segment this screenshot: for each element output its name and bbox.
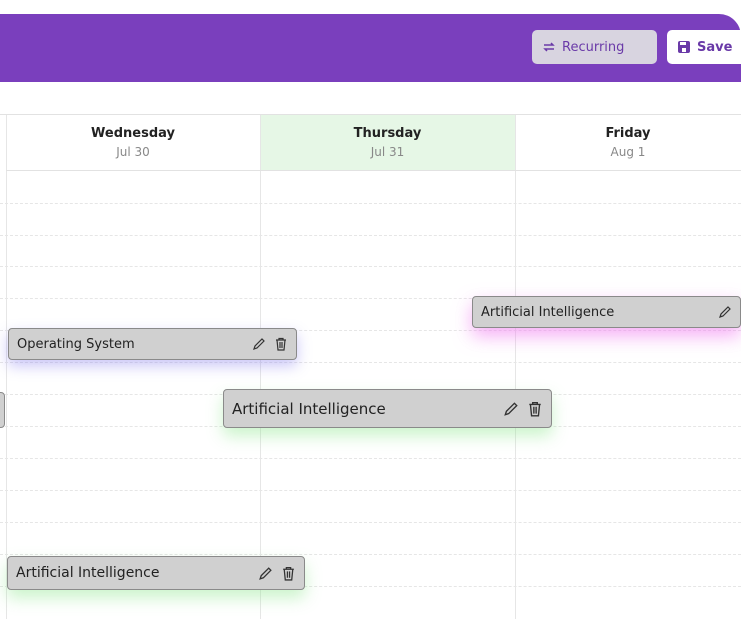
edit-icon[interactable]	[252, 337, 266, 351]
event-card[interactable]: Artificial Intelligence	[7, 556, 305, 590]
recurring-label: Recurring	[562, 39, 625, 55]
event-card[interactable]: Artificial Intelligence	[472, 296, 741, 328]
day-date: Jul 30	[116, 145, 150, 159]
day-header-wednesday[interactable]: Wednesday Jul 30	[6, 115, 260, 171]
edit-icon[interactable]	[258, 566, 273, 581]
recurring-icon	[542, 40, 556, 54]
time-slot-line	[0, 554, 741, 555]
time-slot-line	[0, 362, 741, 363]
day-name: Wednesday	[91, 126, 175, 141]
edit-icon[interactable]	[718, 305, 732, 319]
save-icon	[677, 40, 691, 54]
day-date: Aug 1	[610, 145, 646, 159]
event-title: Artificial Intelligence	[481, 304, 615, 320]
save-button[interactable]: Save	[667, 30, 741, 64]
event-title: Artificial Intelligence	[232, 399, 386, 418]
column-divider	[260, 115, 261, 619]
time-slot-line	[0, 203, 741, 204]
delete-icon[interactable]	[527, 401, 543, 417]
day-header-friday[interactable]: Friday Aug 1	[515, 115, 741, 171]
time-slot-line	[0, 266, 741, 267]
column-divider	[515, 115, 516, 619]
column-divider	[6, 115, 7, 619]
save-label: Save	[697, 39, 733, 55]
event-card[interactable]: Artificial Intelligence	[223, 389, 552, 428]
day-name: Friday	[605, 126, 651, 141]
delete-icon[interactable]	[274, 337, 288, 351]
time-slot-line	[0, 235, 741, 236]
day-header-thursday[interactable]: Thursday Jul 31	[260, 115, 515, 171]
delete-icon[interactable]	[281, 566, 296, 581]
time-slot-line	[0, 490, 741, 491]
edit-icon[interactable]	[503, 401, 519, 417]
recurring-button[interactable]: Recurring	[532, 30, 657, 64]
day-name: Thursday	[353, 126, 422, 141]
event-title: Operating System	[17, 336, 135, 352]
time-slot-line	[0, 458, 741, 459]
event-card-edge[interactable]	[0, 392, 5, 428]
event-title: Artificial Intelligence	[16, 565, 160, 581]
day-date: Jul 31	[370, 145, 405, 159]
event-card[interactable]: Operating System	[8, 328, 297, 360]
time-slot-line	[0, 522, 741, 523]
week-calendar-grid: Wednesday Jul 30 Thursday Jul 31 Friday …	[0, 114, 741, 619]
